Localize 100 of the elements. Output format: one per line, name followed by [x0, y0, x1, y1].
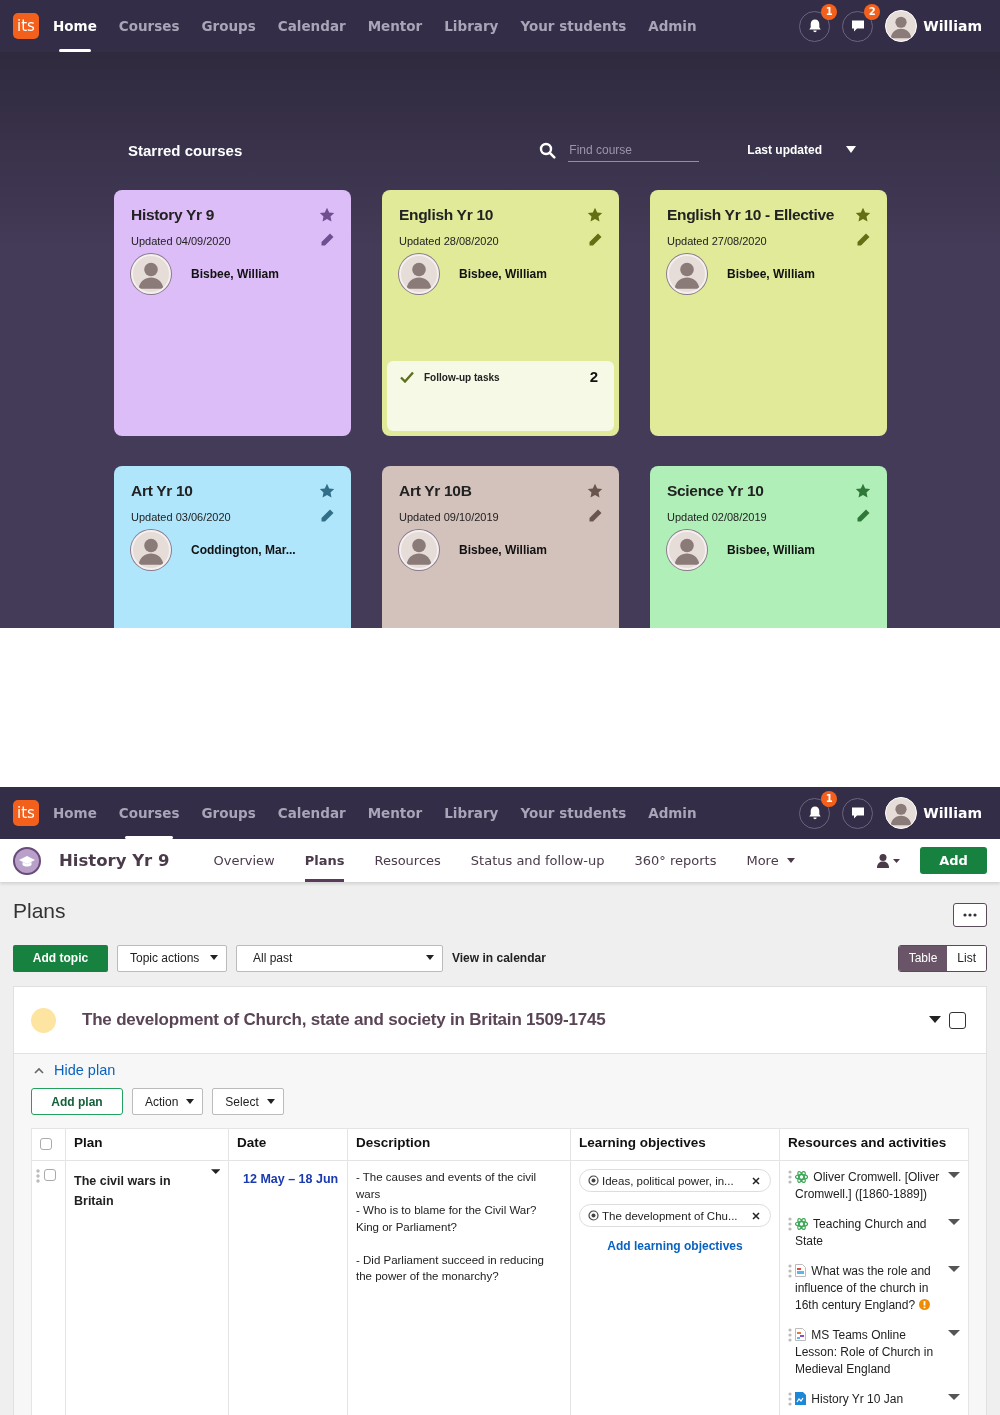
hide-plan-link[interactable]: Hide plan: [31, 1062, 116, 1078]
pencil-icon[interactable]: [855, 508, 871, 524]
nav-link[interactable]: Your students: [520, 0, 627, 52]
close-icon[interactable]: [752, 1211, 760, 1220]
star-icon[interactable]: [587, 483, 603, 499]
course-tab[interactable]: More: [746, 839, 795, 882]
nav-link[interactable]: Home: [53, 787, 97, 839]
select-all-checkbox[interactable]: [40, 1138, 52, 1150]
course-card[interactable]: English Yr 10 Updated 28/08/2020 Bisbee, William Follow-up tasks 2: [382, 190, 619, 436]
drag-handle-icon[interactable]: [788, 1392, 792, 1406]
nav-link[interactable]: Courses: [118, 787, 180, 839]
topic-actions-dropdown[interactable]: Topic actions: [117, 944, 227, 972]
bell-icon: [806, 805, 823, 821]
search-field[interactable]: Find course: [568, 138, 700, 162]
pencil-icon[interactable]: [319, 508, 335, 524]
pencil-icon[interactable]: [587, 232, 603, 248]
caret-icon[interactable]: [948, 1394, 960, 1401]
view-toggle[interactable]: List: [947, 945, 986, 971]
course-card[interactable]: Art Yr 10B Updated 09/10/2019 Bisbee, William: [382, 466, 619, 628]
pencil-icon[interactable]: [319, 232, 335, 248]
follow-up-panel[interactable]: Follow-up tasks 2: [387, 361, 614, 431]
course-card[interactable]: English Yr 10 - Ellective Updated 27/08/2020 Bisbee, William: [650, 190, 887, 436]
nav-link[interactable]: Mentor: [367, 787, 423, 839]
nav-link[interactable]: Calendar: [277, 787, 346, 839]
topic-checkbox[interactable]: [949, 1011, 966, 1029]
course-card[interactable]: Art Yr 10 Updated 03/06/2020 Coddington, Mar...: [114, 466, 351, 628]
row-checkbox[interactable]: [44, 1169, 56, 1181]
teacher-name: Bisbee, William: [459, 267, 547, 281]
star-icon[interactable]: [319, 207, 335, 223]
nav-link[interactable]: Admin: [648, 787, 697, 839]
user-name[interactable]: William: [923, 805, 982, 821]
nav-link[interactable]: Library: [444, 787, 499, 839]
star-icon[interactable]: [319, 483, 335, 499]
nav-link[interactable]: Home: [53, 0, 97, 52]
updated-date: Updated 27/08/2020: [667, 235, 767, 247]
caret-icon[interactable]: [210, 1169, 220, 1175]
plan-name[interactable]: The civil wars in Britain: [74, 1171, 207, 1211]
nav-link[interactable]: Library: [444, 0, 499, 52]
view-in-calendar-link[interactable]: View in calendar: [452, 951, 546, 965]
course-card[interactable]: Science Yr 10 Updated 02/08/2019 Bisbee, William: [650, 466, 887, 628]
nav-link[interactable]: Courses: [118, 0, 180, 52]
period-dropdown[interactable]: All past: [236, 944, 443, 972]
updated-date: Updated 04/09/2020: [131, 235, 231, 247]
date-link[interactable]: 12 May – 18 Jun: [243, 1169, 339, 1189]
atom-icon: [795, 1218, 808, 1230]
section-title: Starred courses: [128, 141, 243, 159]
user-avatar[interactable]: [885, 797, 918, 829]
drag-handle-icon[interactable]: [788, 1217, 792, 1231]
course-title: English Yr 10: [399, 206, 494, 224]
add-objectives-link[interactable]: Add learning objectives: [579, 1239, 771, 1253]
message-count: 2: [864, 3, 881, 20]
nav-link[interactable]: Your students: [520, 787, 627, 839]
nav-link[interactable]: Admin: [648, 0, 697, 52]
pencil-icon[interactable]: [587, 508, 603, 524]
course-tab[interactable]: Status and follow-up: [470, 839, 605, 882]
person-dropdown-icon[interactable]: [876, 852, 902, 869]
star-icon[interactable]: [587, 207, 603, 223]
resource-link[interactable]: History Yr 10 Jan: [795, 1391, 945, 1408]
star-icon[interactable]: [855, 483, 871, 499]
view-toggle[interactable]: Table: [898, 945, 948, 971]
star-icon[interactable]: [855, 207, 871, 223]
caret-icon[interactable]: [929, 1016, 941, 1024]
nav-link[interactable]: Calendar: [277, 0, 346, 52]
nav-link[interactable]: Groups: [201, 0, 256, 52]
course-tab[interactable]: Resources: [374, 839, 441, 882]
add-topic-button[interactable]: Add topic: [13, 944, 108, 972]
pencil-icon[interactable]: [855, 232, 871, 248]
teacher-name: Bisbee, William: [727, 543, 815, 557]
select-dropdown[interactable]: Select: [212, 1088, 284, 1115]
more-options-button[interactable]: [953, 903, 987, 927]
user-avatar[interactable]: [885, 10, 918, 42]
course-title: History Yr 9: [131, 206, 215, 224]
course-card[interactable]: History Yr 9 Updated 04/09/2020 Bisbee, William: [114, 190, 351, 436]
nav-link[interactable]: Groups: [201, 787, 256, 839]
action-dropdown[interactable]: Action: [132, 1088, 204, 1115]
resource-link[interactable]: What was the role and influence of the church in 16th century England?: [795, 1263, 945, 1314]
add-plan-button[interactable]: Add plan: [31, 1088, 123, 1115]
nav-link[interactable]: Mentor: [367, 0, 423, 52]
graduation-cap-icon: [13, 846, 41, 875]
drag-handle-icon[interactable]: [36, 1169, 40, 1183]
close-icon[interactable]: [752, 1176, 760, 1185]
caret-icon[interactable]: [948, 1266, 960, 1273]
user-name[interactable]: William: [923, 18, 982, 34]
course-tab[interactable]: Overview: [213, 839, 275, 882]
add-button[interactable]: Add: [920, 847, 987, 874]
drag-handle-icon[interactable]: [788, 1170, 792, 1184]
course-title: Art Yr 10: [131, 482, 193, 500]
column-header: Plan: [65, 1128, 229, 1161]
caret-icon[interactable]: [948, 1219, 960, 1226]
course-title: Art Yr 10B: [399, 482, 472, 500]
sort-dropdown[interactable]: Last updated: [747, 143, 868, 157]
resource-link[interactable]: MS Teams Online Lesson: Role of Church in Medieval England: [795, 1327, 945, 1378]
resource-link[interactable]: Oliver Cromwell. [Oliver Cromwell.] ([1860-1889]): [795, 1169, 945, 1203]
drag-handle-icon[interactable]: [788, 1264, 792, 1278]
caret-icon[interactable]: [948, 1172, 960, 1179]
course-title: English Yr 10 - Ellective: [667, 206, 835, 224]
caret-icon[interactable]: [948, 1330, 960, 1337]
drag-handle-icon[interactable]: [788, 1328, 792, 1342]
course-tab[interactable]: 360° reports: [634, 839, 717, 882]
resource-link[interactable]: Teaching Church and State: [795, 1216, 945, 1250]
